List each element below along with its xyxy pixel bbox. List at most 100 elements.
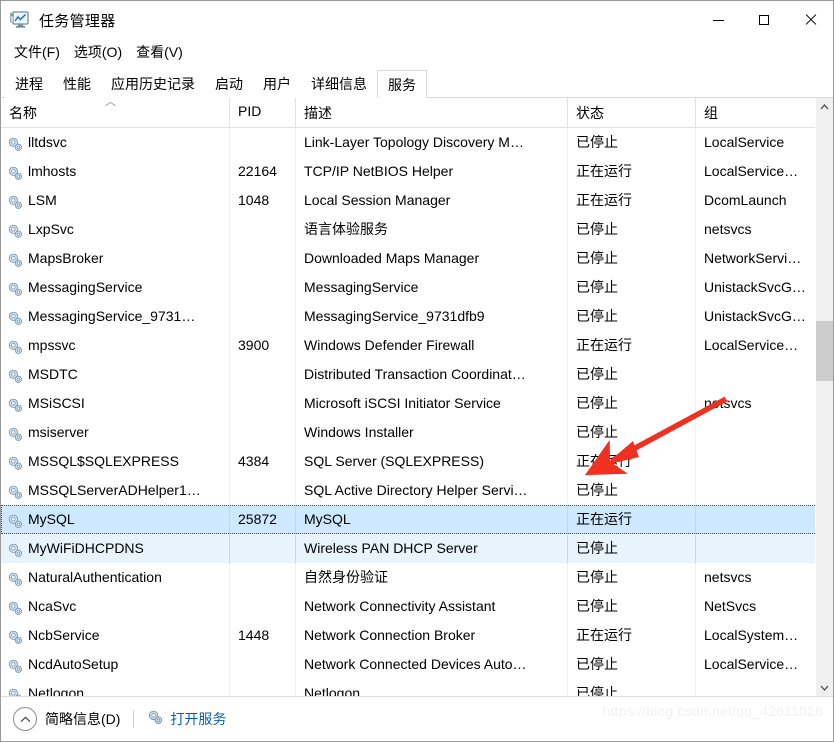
service-gear-icon	[7, 569, 24, 586]
cell-description: Distributed Transaction Coordinat…	[295, 360, 567, 389]
cell-status: 正在运行	[567, 186, 695, 215]
service-name-label: NcaSvc	[28, 598, 77, 614]
column-header-status[interactable]: 状态	[567, 98, 695, 127]
service-gear-icon	[7, 482, 24, 499]
cell-group: netsvcs	[695, 215, 814, 244]
scroll-down-button[interactable]	[816, 679, 833, 696]
table-row[interactable]: MSDTC Distributed Transaction Coordinat… 已…	[1, 360, 833, 389]
cell-status: 已停止	[567, 534, 695, 563]
service-name-label: NcdAutoSetup	[28, 656, 119, 672]
fewer-details-label: 简略信息(D)	[45, 711, 121, 727]
service-gear-icon	[7, 134, 24, 151]
cell-status: 已停止	[567, 128, 695, 157]
cell-group: UnistackSvcG…	[695, 273, 814, 302]
cell-status: 已停止	[567, 215, 695, 244]
menu-item-options[interactable]: 选项(O)	[67, 39, 129, 65]
status-divider	[133, 710, 135, 728]
table-row[interactable]: MessagingService MessagingService 已停止 Unist…	[1, 273, 833, 302]
menu-item-file[interactable]: 文件(F)	[7, 39, 67, 65]
cell-name: MessagingService_9731…	[1, 302, 229, 331]
cell-group: netsvcs	[695, 563, 814, 592]
cell-description: MessagingService_9731dfb9	[295, 302, 567, 331]
fewer-details-button[interactable]: 简略信息(D)	[13, 707, 120, 731]
cell-description: Link-Layer Topology Discovery M…	[295, 128, 567, 157]
cell-pid	[229, 650, 295, 679]
table-row[interactable]: mpssvc 3900 Windows Defender Firewall 正在运行 L…	[1, 331, 833, 360]
service-name-label: Netlogon	[28, 685, 85, 696]
cell-group	[695, 679, 814, 696]
cell-description: Local Session Manager	[295, 186, 567, 215]
table-row[interactable]: NcaSvc Network Connectivity Assistant 已停止 N…	[1, 592, 833, 621]
column-header-pid[interactable]: PID	[229, 98, 295, 127]
tab-processes[interactable]: 进程	[5, 70, 53, 98]
service-gear-icon	[7, 511, 24, 528]
service-name-label: MSiSCSI	[28, 395, 85, 411]
cell-status: 正在运行	[567, 621, 695, 650]
cell-group: NetSvcs	[695, 592, 814, 621]
cell-description: SQL Active Directory Helper Servi…	[295, 476, 567, 505]
window-title: 任务管理器	[39, 12, 116, 30]
cell-name: Netlogon	[1, 679, 229, 696]
vertical-scrollbar[interactable]	[815, 98, 833, 696]
service-name-label: LSM	[28, 192, 57, 208]
services-gear-icon	[147, 709, 164, 729]
table-row[interactable]: lltdsvc Link-Layer Topology Discovery M… 已…	[1, 128, 833, 157]
table-row[interactable]: MapsBroker Downloaded Maps Manager 已停止 Netw…	[1, 244, 833, 273]
cell-group: netsvcs	[695, 389, 814, 418]
cell-group: DcomLaunch	[695, 186, 814, 215]
table-row[interactable]: LSM 1048 Local Session Manager 正在运行 DcomLaun…	[1, 186, 833, 215]
table-row[interactable]: NcbService 1448 Network Connection Broker 正…	[1, 621, 833, 650]
table-row[interactable]: NaturalAuthentication 自然身份验证 已停止 netsvcs	[1, 563, 833, 592]
maximize-button[interactable]	[741, 1, 787, 39]
scroll-up-button[interactable]	[816, 98, 833, 115]
service-gear-icon	[7, 685, 24, 696]
table-row[interactable]: MSSQLServerADHelper1… SQL Active Director…	[1, 476, 833, 505]
cell-pid	[229, 592, 295, 621]
table-row[interactable]: MySQL 25872 MySQL 正在运行	[1, 505, 833, 534]
table-row[interactable]: Netlogon Netlogon 已停止	[1, 679, 833, 696]
cell-status: 已停止	[567, 389, 695, 418]
column-header-name[interactable]: 名称 ︿	[1, 98, 229, 127]
cell-group	[695, 360, 814, 389]
column-header-group[interactable]: 组	[695, 98, 814, 127]
table-row[interactable]: msiserver Windows Installer 已停止	[1, 418, 833, 447]
table-row[interactable]: MSiSCSI Microsoft iSCSI Initiator Service…	[1, 389, 833, 418]
service-gear-icon	[7, 163, 24, 180]
cell-status: 正在运行	[567, 505, 695, 534]
tab-users[interactable]: 用户	[253, 70, 301, 98]
minimize-button[interactable]	[695, 1, 741, 39]
cell-description: Network Connectivity Assistant	[295, 592, 567, 621]
cell-status: 已停止	[567, 563, 695, 592]
tab-performance[interactable]: 性能	[53, 70, 101, 98]
maximize-icon	[759, 15, 769, 25]
cell-pid	[229, 476, 295, 505]
cell-description: Wireless PAN DHCP Server	[295, 534, 567, 563]
menu-item-view[interactable]: 查看(V)	[129, 39, 190, 65]
table-row[interactable]: LxpSvc 语言体验服务 已停止 netsvcs	[1, 215, 833, 244]
cell-status: 正在运行	[567, 157, 695, 186]
tab-details[interactable]: 详细信息	[301, 70, 377, 98]
open-services-button[interactable]: 打开服务	[147, 709, 226, 729]
cell-description: SQL Server (SQLEXPRESS)	[295, 447, 567, 476]
cell-description: 语言体验服务	[295, 215, 567, 244]
table-row[interactable]: NcdAutoSetup Network Connected Devices Au…	[1, 650, 833, 679]
cell-group: UnistackSvcG…	[695, 302, 814, 331]
table-row[interactable]: MyWiFiDHCPDNS Wireless PAN DHCP Server 已停止	[1, 534, 833, 563]
tab-services[interactable]: 服务	[377, 70, 427, 98]
task-manager-window: 任务管理器 文件(F) 选项(O) 查看(V) 进程 性能 应用历史记录 启动 …	[0, 0, 834, 742]
scrollbar-thumb[interactable]	[816, 321, 833, 381]
table-row[interactable]: MSSQL$SQLEXPRESS 4384 SQL Server (SQLEXPRE…	[1, 447, 833, 476]
service-gear-icon	[7, 192, 24, 209]
tab-app-history[interactable]: 应用历史记录	[101, 70, 205, 98]
services-list: 名称 ︿ PID 描述 状态 组 lltdsvc Link-Layer Topol…	[1, 98, 833, 696]
service-name-label: MapsBroker	[28, 250, 104, 266]
tab-startup[interactable]: 启动	[205, 70, 253, 98]
cell-group: NetworkServi…	[695, 244, 814, 273]
table-row[interactable]: MessagingService_9731… MessagingService_9…	[1, 302, 833, 331]
tab-strip: 进程 性能 应用历史记录 启动 用户 详细信息 服务	[1, 65, 833, 98]
table-row[interactable]: lmhosts 22164 TCP/IP NetBIOS Helper 正在运行 Loc…	[1, 157, 833, 186]
cell-status: 已停止	[567, 418, 695, 447]
service-gear-icon	[7, 598, 24, 615]
close-button[interactable]	[787, 1, 833, 39]
column-header-description[interactable]: 描述	[295, 98, 567, 127]
